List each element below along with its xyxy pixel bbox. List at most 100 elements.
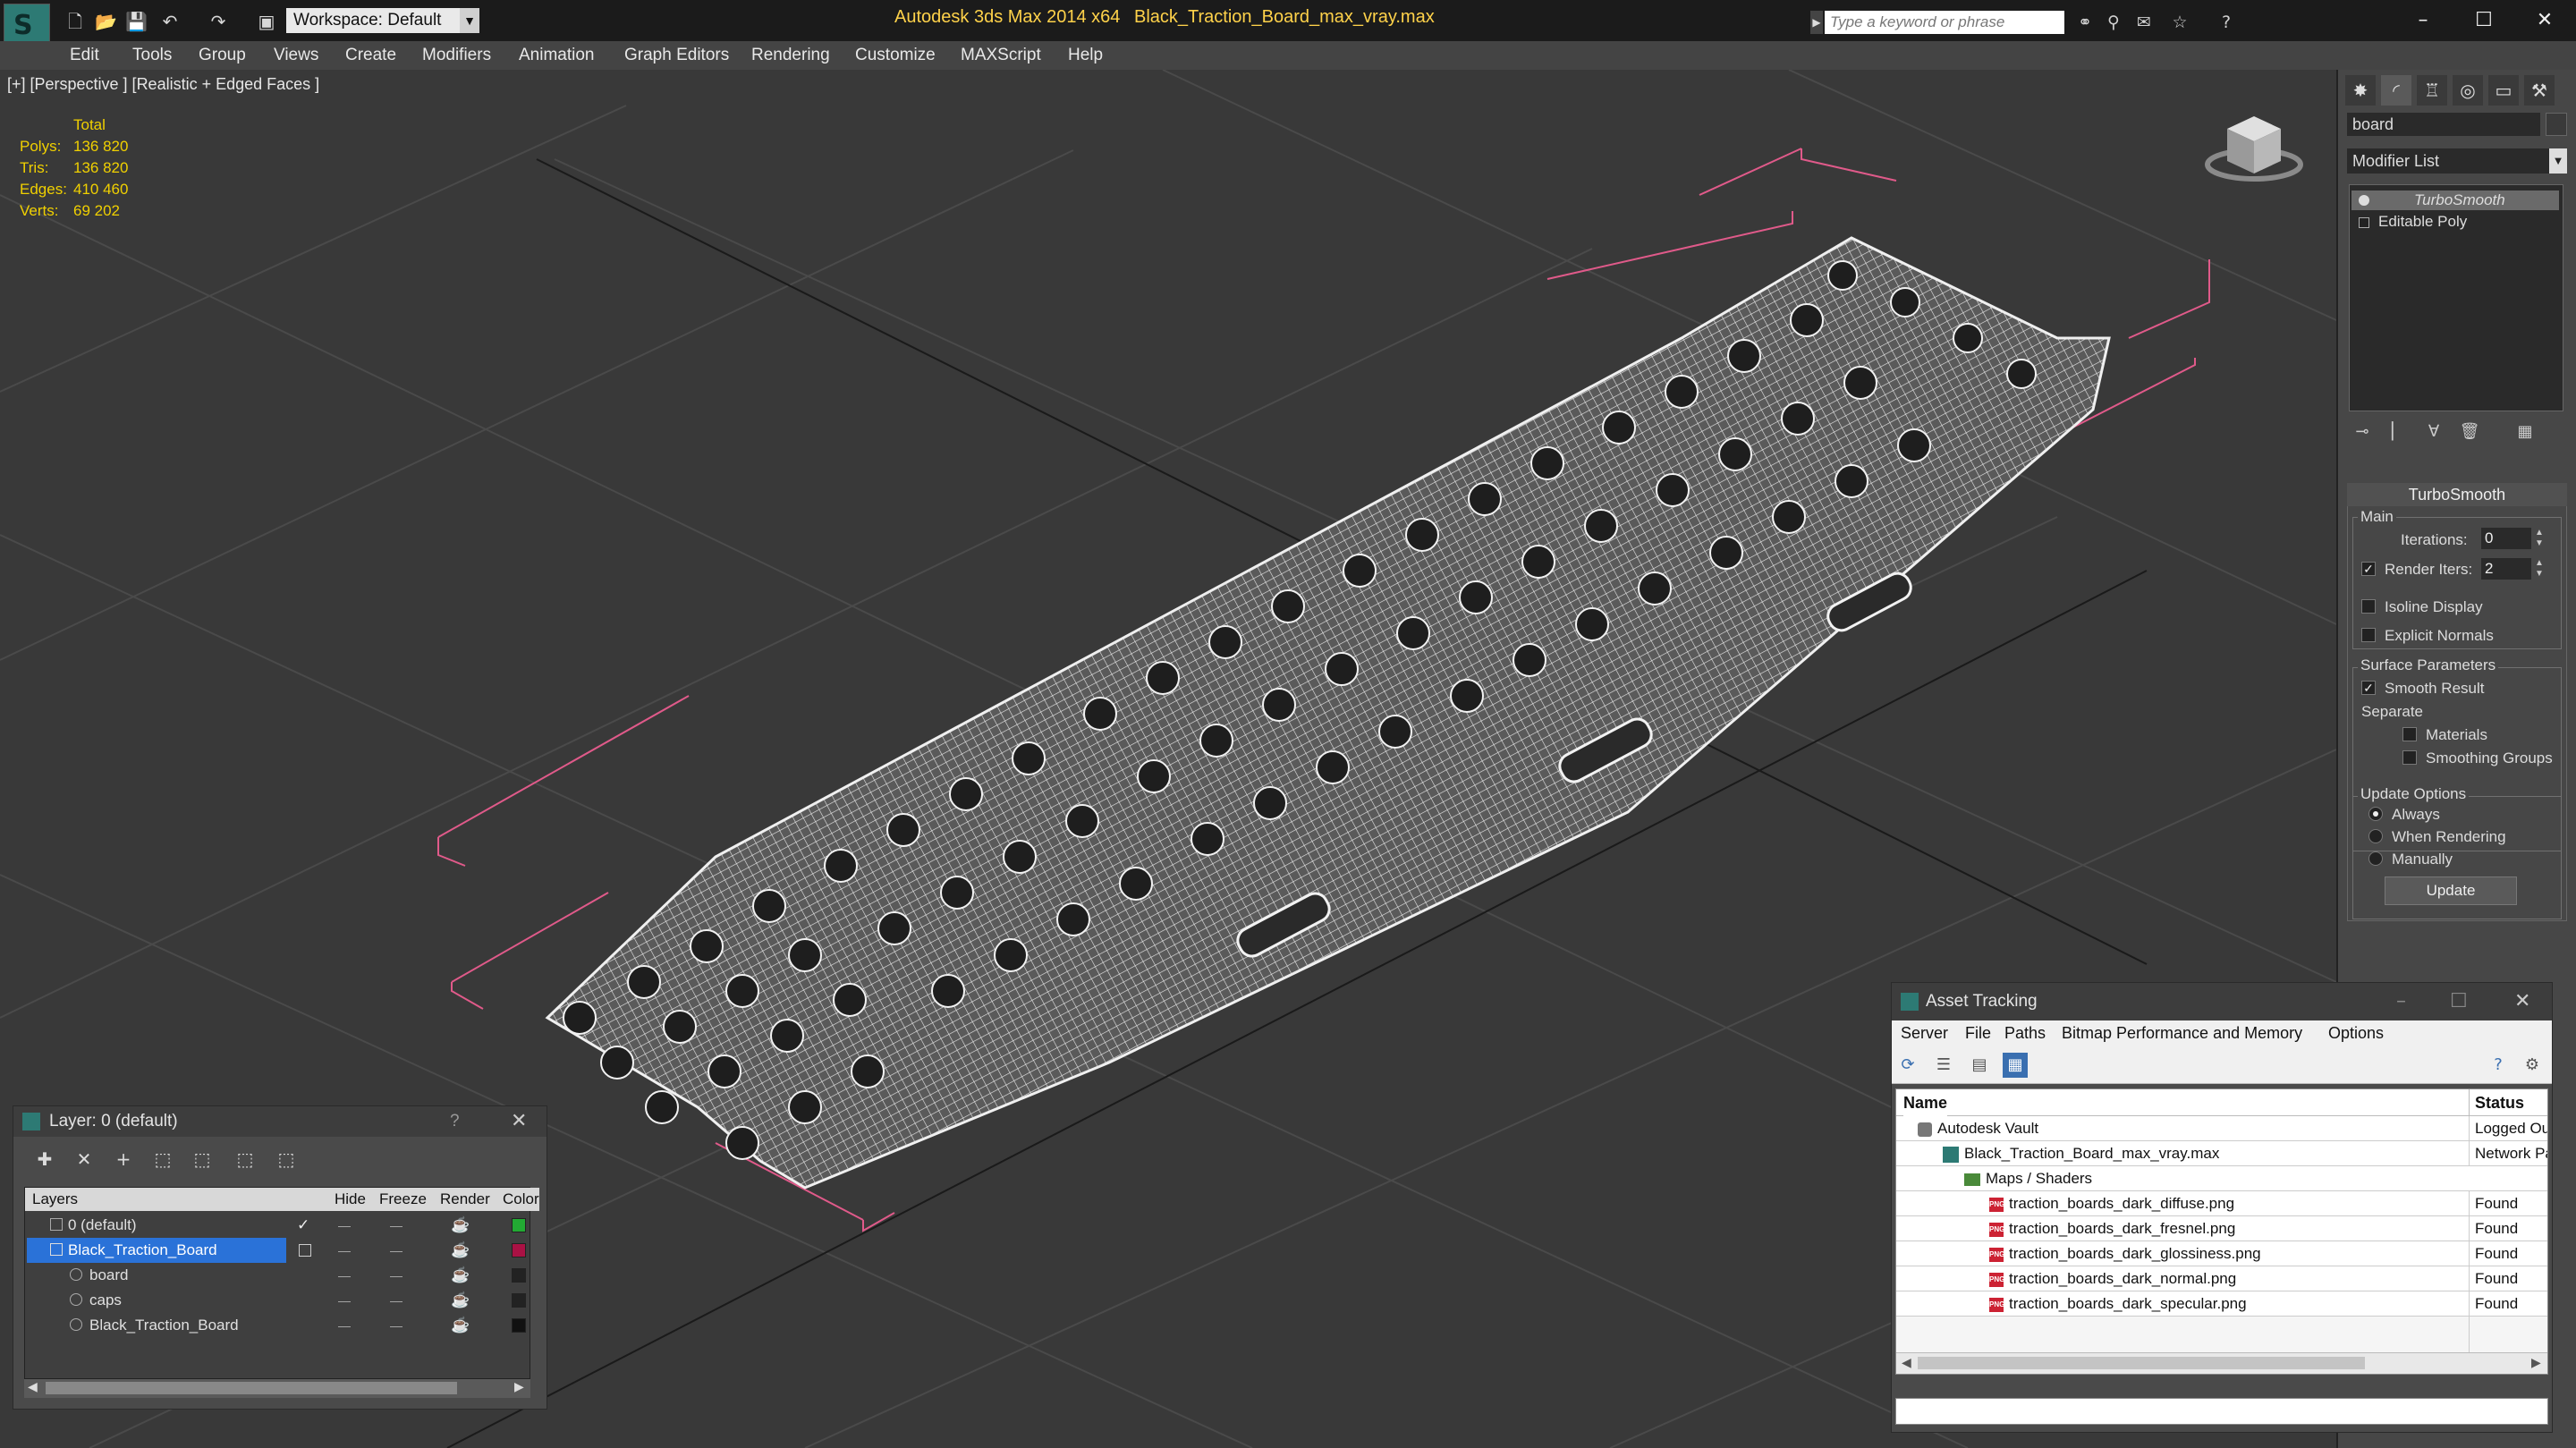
smooth-result-checkbox[interactable]: ✓ [2361,681,2376,695]
col-color[interactable]: Color [503,1188,539,1211]
menu-edit[interactable]: Edit [70,46,99,65]
create-layer-icon[interactable]: ✚ [31,1146,58,1173]
stack-item-turbosmooth[interactable]: TurboSmooth [2351,191,2559,210]
scroll-right-icon[interactable]: ▶ [2531,1355,2541,1370]
freeze-toggle[interactable]: ― [390,1213,402,1238]
menu-create[interactable]: Create [345,46,396,65]
scroll-left-icon[interactable]: ◀ [1902,1355,1911,1370]
col-name[interactable]: Name [1903,1089,1948,1116]
asset-menu-file[interactable]: File [1965,1024,1991,1043]
scroll-thumb[interactable] [46,1382,457,1394]
motion-tab-icon[interactable]: ◎ [2453,75,2483,106]
modifier-list-arrow-icon[interactable]: ▼ [2549,148,2567,174]
scroll-left-icon[interactable]: ◀ [28,1379,38,1394]
modifier-list-dropdown[interactable]: Modifier List [2347,148,2549,174]
asset-path-field[interactable] [1895,1398,2548,1425]
object-color-swatch[interactable] [2546,113,2567,136]
maximize-icon[interactable]: ☐ [2450,983,2468,1020]
hide-toggle[interactable]: ― [338,1288,351,1313]
hide-toggle[interactable]: ― [338,1238,351,1263]
pin-stack-icon[interactable]: ⊸ [2351,420,2374,444]
asset-row[interactable]: PNG traction_boards_dark_diffuse.png Foun… [1896,1191,2547,1216]
help-icon[interactable]: ? [450,1106,460,1137]
highlight-layer-icon[interactable]: ⬚ [189,1146,216,1173]
menu-group[interactable]: Group [199,46,246,65]
close-icon[interactable]: ✕ [2522,5,2567,36]
freeze-toggle[interactable]: ― [390,1263,402,1288]
delete-layer-icon[interactable]: ✕ [71,1146,97,1173]
render-teapot-icon[interactable]: ☕ [451,1238,470,1263]
close-icon[interactable]: ✕ [2514,983,2530,1020]
hierarchy-tab-icon[interactable]: ♖ [2417,75,2447,106]
asset-row[interactable]: PNG traction_boards_dark_glossiness.png F… [1896,1241,2547,1266]
modify-tab-icon[interactable]: ◜ [2381,75,2411,106]
layer-horizontal-scrollbar[interactable]: ◀ ▶ [24,1378,530,1398]
freeze-toggle[interactable]: ― [390,1288,402,1313]
project-folder-icon[interactable]: ▣ [256,11,277,32]
hide-toggle[interactable]: ― [338,1263,351,1288]
render-teapot-icon[interactable]: ☕ [451,1213,470,1238]
maximize-icon[interactable]: ☐ [2462,5,2506,36]
refresh-icon[interactable]: ⟳ [1895,1053,1920,1078]
iterations-spinner[interactable]: 0 [2481,528,2531,549]
make-unique-icon[interactable]: ∀ [2422,420,2445,444]
current-layer-box[interactable] [299,1244,311,1257]
stack-item-editable-poly[interactable]: Editable Poly [2351,212,2559,232]
hide-all-layers-icon[interactable]: ⬚ [232,1146,258,1173]
layer-color-swatch[interactable] [512,1318,526,1333]
current-layer-check-icon[interactable]: ✓ [297,1213,309,1238]
spinner-arrows-icon[interactable]: ▲ ▼ [2533,528,2546,549]
col-freeze[interactable]: Freeze [379,1188,427,1211]
show-end-result-icon[interactable]: ▏ [2386,420,2410,444]
layer-row[interactable]: Black_Traction_Board ― ― ☕ [25,1313,530,1338]
asset-row[interactable]: PNG traction_boards_dark_fresnel.png Foun… [1896,1216,2547,1241]
menu-views[interactable]: Views [274,46,318,65]
menu-graph-editors[interactable]: Graph Editors [624,46,729,65]
create-tab-icon[interactable]: ✸ [2345,75,2376,106]
freeze-toggle[interactable]: ― [390,1238,402,1263]
details-view-icon[interactable]: ▤ [1967,1053,1992,1078]
render-teapot-icon[interactable]: ☕ [451,1313,470,1338]
menu-animation[interactable]: Animation [519,46,595,65]
search-input[interactable]: Type a keyword or phrase [1825,11,2064,34]
configure-modifier-sets-icon[interactable]: ▦ [2513,420,2537,444]
asset-menu-bitmap-performance[interactable]: Bitmap Performance and Memory [2062,1024,2302,1043]
layer-row[interactable]: Black_Traction_Board ― ― ☕ [25,1238,530,1263]
menu-rendering[interactable]: Rendering [751,46,830,65]
layer-color-swatch[interactable] [512,1293,526,1308]
new-file-icon[interactable]: 🗋 [64,11,86,32]
explicit-normals-checkbox[interactable] [2361,628,2376,642]
hide-toggle[interactable]: ― [338,1313,351,1338]
when-rendering-radio[interactable] [2368,829,2383,843]
close-icon[interactable]: ✕ [511,1106,527,1137]
favorites-star-icon[interactable]: ☆ [2168,11,2191,34]
open-file-icon[interactable]: 📂 [95,11,117,32]
asset-row[interactable]: Black_Traction_Board_max_vray.max Networ… [1896,1141,2547,1166]
help-icon[interactable]: ? [2486,1053,2511,1078]
layer-dialog-titlebar[interactable]: Layer: 0 (default) ? ✕ [13,1106,547,1137]
undo-icon[interactable]: ↶ [159,11,181,32]
col-layers[interactable]: Layers [32,1188,79,1211]
asset-row[interactable]: Maps / Shaders [1896,1166,2547,1191]
save-file-icon[interactable]: 💾 [125,11,148,32]
scroll-thumb[interactable] [1918,1357,2365,1369]
expand-toggle-icon[interactable] [2359,217,2369,228]
layer-row[interactable]: board ― ― ☕ [25,1263,530,1288]
freeze-all-layers-icon[interactable]: ⬚ [273,1146,300,1173]
help-icon[interactable]: ? [2215,11,2238,34]
rollout-header[interactable]: TurboSmooth [2347,483,2567,506]
display-tab-icon[interactable]: ▭ [2488,75,2519,106]
freeze-toggle[interactable]: ― [390,1313,402,1338]
table-view-icon[interactable]: ▦ [2003,1053,2028,1078]
communication-center-icon[interactable]: ✉ [2132,11,2156,34]
workspace-dropdown-arrow-icon[interactable]: ▼ [460,8,479,33]
scroll-right-icon[interactable]: ▶ [514,1379,524,1394]
minimize-icon[interactable]: – [2401,5,2445,36]
asset-menu-server[interactable]: Server [1901,1024,1948,1043]
select-objects-icon[interactable]: ⬚ [149,1146,176,1173]
always-radio[interactable] [2368,807,2383,821]
smoothing-groups-checkbox[interactable] [2402,750,2417,765]
asset-dialog-titlebar[interactable]: Asset Tracking – ☐ ✕ [1892,983,2552,1020]
col-status[interactable]: Status [2469,1089,2547,1116]
update-button[interactable]: Update [2385,876,2517,905]
